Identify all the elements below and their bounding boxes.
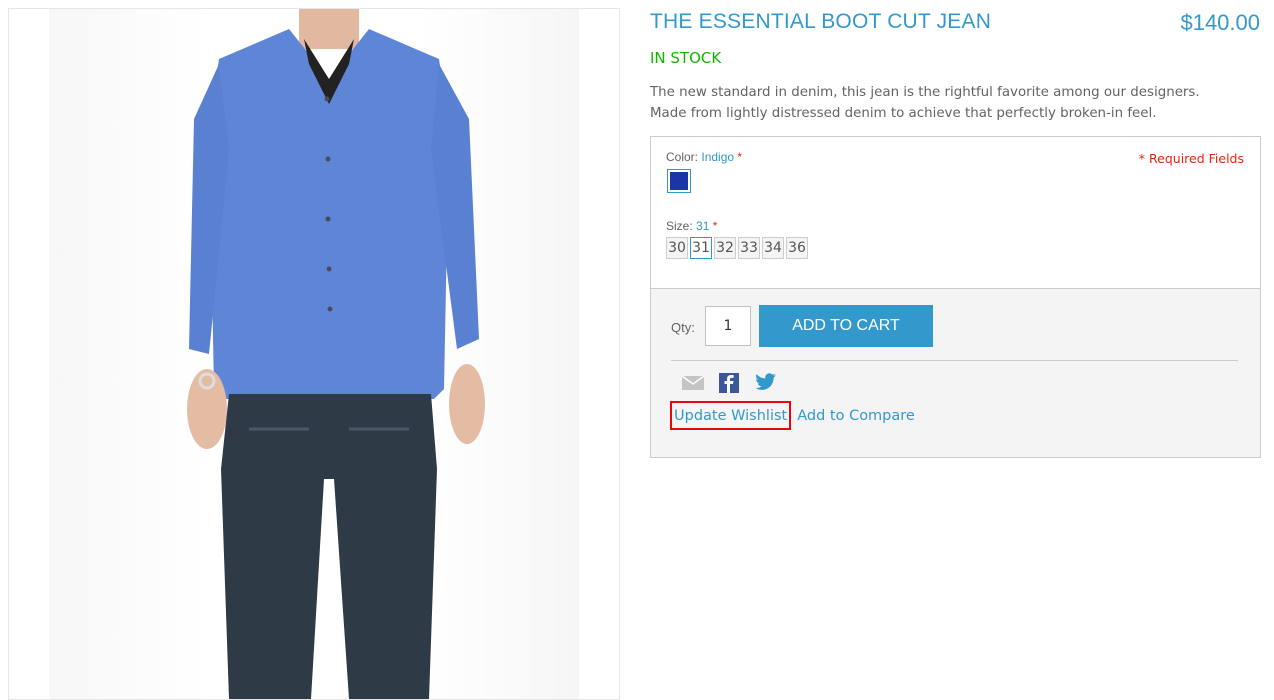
required-fields-note: * Required Fields bbox=[1138, 151, 1244, 166]
facebook-icon[interactable] bbox=[719, 373, 739, 393]
size-options: 30 31 32 33 34 36 bbox=[666, 237, 808, 259]
divider bbox=[671, 360, 1238, 361]
color-label-text: Color: bbox=[666, 150, 699, 164]
size-option[interactable]: 36 bbox=[786, 237, 808, 259]
qty-input[interactable] bbox=[705, 306, 751, 346]
email-icon[interactable] bbox=[681, 375, 705, 391]
color-label: Color: Indigo * bbox=[666, 150, 742, 164]
left-hand bbox=[187, 369, 227, 449]
qty-label: Qty: bbox=[671, 320, 695, 335]
neck-skin bbox=[299, 9, 359, 49]
add-to-compare-link[interactable]: Add to Compare bbox=[797, 408, 915, 424]
size-option[interactable]: 32 bbox=[714, 237, 736, 259]
product-options: Color: Indigo * * Required Fields Size: … bbox=[650, 136, 1261, 289]
product-price: $140.00 bbox=[1180, 10, 1260, 35]
product-title: THE ESSENTIAL BOOT CUT JEAN bbox=[650, 10, 992, 33]
product-links: Update Wishlist Add to Compare bbox=[670, 401, 915, 430]
required-mark: * bbox=[712, 219, 718, 233]
size-option[interactable]: 34 bbox=[762, 237, 784, 259]
size-option[interactable]: 30 bbox=[666, 237, 688, 259]
twitter-icon[interactable] bbox=[753, 373, 777, 393]
add-to-cart-box: Qty: ADD TO CART Update Wishlist Add to … bbox=[650, 288, 1261, 458]
size-option-selected[interactable]: 31 bbox=[690, 237, 712, 259]
swatch-fill bbox=[670, 172, 688, 190]
product-description: The new standard in denim, this jean is … bbox=[650, 82, 1270, 124]
right-hand bbox=[449, 364, 485, 444]
size-option[interactable]: 33 bbox=[738, 237, 760, 259]
add-to-cart-button[interactable]: ADD TO CART bbox=[759, 305, 933, 347]
required-mark: * bbox=[737, 150, 743, 164]
size-label-text: Size: bbox=[666, 219, 693, 233]
color-selected-value: Indigo bbox=[701, 150, 735, 164]
description-line: The new standard in denim, this jean is … bbox=[650, 85, 1200, 100]
share-icons bbox=[681, 373, 777, 393]
size-label: Size: 31 * bbox=[666, 219, 717, 233]
update-wishlist-link[interactable]: Update Wishlist bbox=[670, 401, 792, 430]
jeans bbox=[221, 394, 437, 699]
product-photo[interactable] bbox=[49, 9, 579, 699]
description-line: Made from lightly distressed denim to ac… bbox=[650, 106, 1157, 121]
product-image-frame bbox=[8, 8, 620, 700]
color-swatch-indigo[interactable] bbox=[667, 169, 691, 193]
size-selected-value: 31 bbox=[696, 219, 710, 233]
stock-status: IN STOCK bbox=[650, 49, 722, 67]
